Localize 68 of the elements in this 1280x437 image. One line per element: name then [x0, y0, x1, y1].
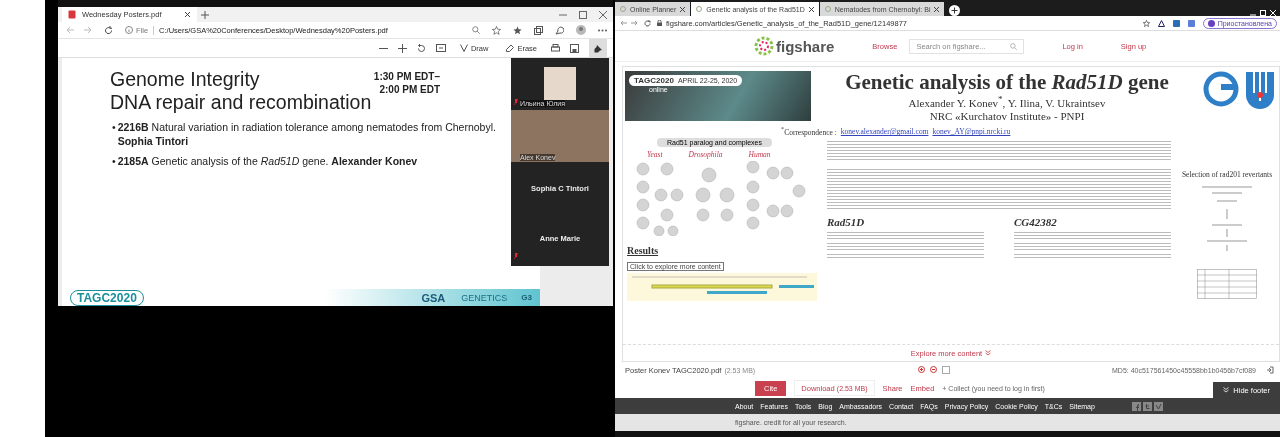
facebook-icon[interactable]	[1131, 401, 1141, 411]
conference-name: TAGC2020	[634, 76, 674, 85]
search-icon[interactable]	[472, 26, 480, 34]
back-icon[interactable]	[620, 20, 627, 26]
pen-icon	[459, 44, 468, 52]
close-icon[interactable]	[808, 6, 814, 12]
slide-title: Genome Integrity	[110, 68, 261, 91]
site-logo[interactable]: figshare	[776, 37, 835, 55]
journal-logo: G3	[521, 293, 532, 302]
pdf-icon	[68, 10, 76, 19]
search-icon	[1010, 42, 1018, 50]
muted-microphone-icon	[514, 99, 518, 105]
journal-logo: GENETICS	[461, 292, 508, 303]
twitter-icon[interactable]	[1142, 401, 1152, 411]
results-heading: Results	[627, 245, 659, 257]
institute-logo-icon	[1203, 71, 1239, 107]
chevron-down-icon	[985, 350, 992, 356]
forward-icon[interactable]	[631, 20, 638, 26]
vimeo-icon[interactable]	[1153, 401, 1163, 411]
save-icon[interactable]	[570, 43, 579, 53]
close-icon[interactable]	[184, 11, 191, 18]
more-icon[interactable]	[598, 28, 607, 32]
refresh-icon[interactable]	[644, 19, 651, 27]
avatar-icon	[1207, 19, 1215, 27]
data-table-drawing	[1197, 269, 1257, 300]
session-time: 2:00 PM EDT	[378, 83, 440, 96]
poster-affiliation: NRC «Kurchatov Institute» - PNPI	[929, 109, 1085, 123]
fullscreen-icon[interactable]	[1266, 366, 1274, 374]
new-tab-icon[interactable]	[949, 5, 961, 16]
rotate-icon[interactable]	[416, 43, 426, 53]
close-icon[interactable]	[934, 6, 940, 12]
fit-page-icon[interactable]	[435, 44, 446, 52]
feedback-icon[interactable]	[555, 25, 564, 35]
poster-title: Genetic analysis of the Rad51D gene	[845, 71, 1169, 93]
collections-icon[interactable]	[534, 25, 543, 35]
favorites-icon[interactable]	[513, 25, 522, 35]
refresh-icon[interactable]	[104, 25, 113, 35]
pin-button[interactable]	[589, 39, 607, 57]
poster-entry-text: 2216B Natural variation in radiation tolerance among nematodes from Chernobyl. Sophia Tintori	[117, 120, 497, 148]
poster-authors: Alexander Y. Konev$^{*}$, Y. Ilina, V. Ukraintsev	[908, 94, 1106, 110]
society-logo: GSA	[421, 291, 446, 304]
print-icon[interactable]	[551, 43, 560, 53]
page-icon	[824, 6, 831, 12]
profile-icon[interactable]	[576, 25, 586, 35]
star-icon[interactable]	[1142, 19, 1150, 27]
zoom-in-icon[interactable]	[397, 43, 407, 53]
muted-microphone-icon	[514, 253, 518, 259]
pin-icon	[593, 43, 603, 53]
gene-heading: Rad51D	[827, 216, 866, 229]
bullet: •	[112, 154, 116, 168]
star-icon[interactable]	[492, 25, 501, 35]
zoom-in-icon[interactable]	[917, 366, 926, 374]
bullet: •	[112, 120, 116, 135]
chevron-down-icon	[1223, 387, 1230, 393]
lock-icon	[657, 20, 662, 26]
poster-entry-text: 2185A Genetic analysis of the Rad51D gene. Alexander Konev	[117, 154, 418, 168]
page-icon	[696, 6, 703, 12]
session-time: 1:30 PM EDT–	[373, 70, 440, 83]
close-icon[interactable]	[680, 6, 686, 12]
eraser-icon	[506, 44, 515, 52]
flower-logo-icon	[753, 35, 775, 57]
page-icon	[620, 6, 626, 12]
shield-logo-icon	[1245, 71, 1275, 109]
slide-title: DNA repair and recombination	[110, 91, 373, 114]
photo-placeholder	[544, 66, 576, 100]
zoom-out-icon[interactable]	[929, 366, 938, 374]
info-icon[interactable]	[125, 26, 133, 34]
gene-heading: CG42382	[1014, 216, 1058, 229]
